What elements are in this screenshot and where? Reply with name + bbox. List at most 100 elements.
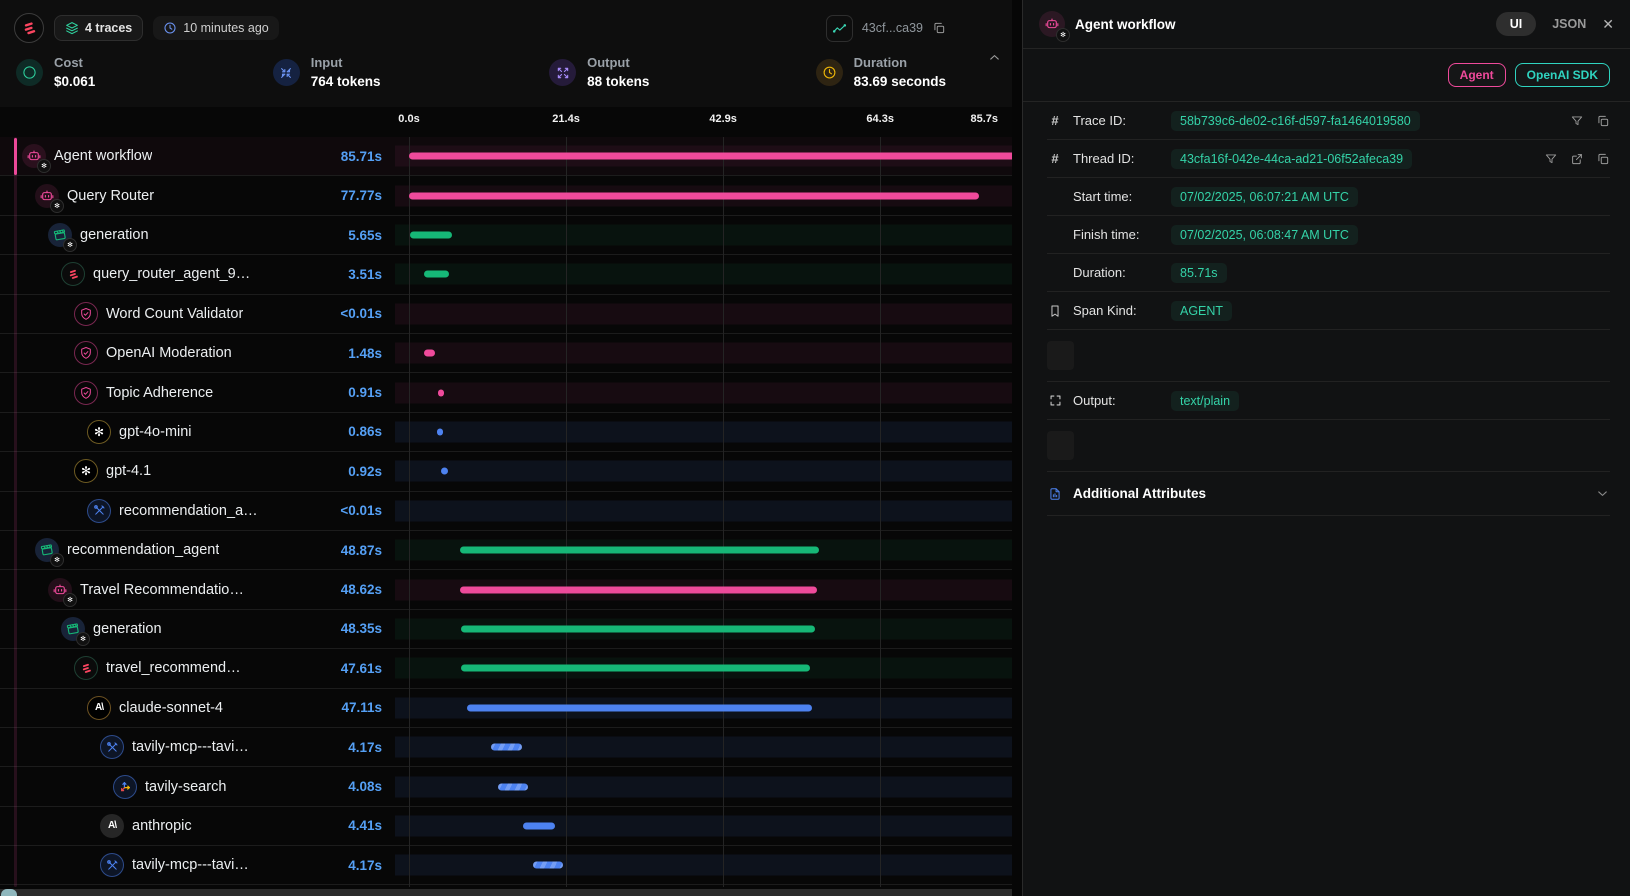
field-value[interactable]: 58b739c6-de02-c16f-d597-fa1464019580 [1171,111,1420,131]
timeline-axis: 0.0s21.4s42.9s64.3s85.7s [0,107,1012,137]
span-name: travel_recommend… [106,660,241,676]
span-bar[interactable] [409,153,1012,160]
shield-icon [74,381,98,405]
traces-count-chip[interactable]: 4 traces [54,15,143,41]
span-bar[interactable] [460,547,818,554]
filter-icon[interactable] [1570,114,1584,128]
span-row[interactable]: tavily-mcp---tavi…4.17s [0,846,1012,885]
span-row[interactable]: A\anthropic4.41s [0,807,1012,846]
span-row[interactable]: recommendation_a…<0.01s [0,492,1012,531]
span-row[interactable]: ✻gpt-4o-mini0.86s [0,413,1012,452]
layers-icon [65,21,79,35]
copy-icon[interactable] [1596,114,1610,128]
span-row[interactable]: ✻Query Router77.77s [0,176,1012,215]
field-value[interactable]: 43cfa16f-042e-44ca-ad21-06f52afeca39 [1171,149,1412,169]
trace-age-label: 10 minutes ago [183,21,268,35]
span-row[interactable]: Word Count Validator<0.01s [0,295,1012,334]
tools-icon [100,853,124,877]
stat-input: Input 764 tokens [273,54,549,91]
generation-icon: ✻ [35,538,59,562]
span-track [395,815,1012,836]
horizontal-scrollbar[interactable] [0,889,1012,896]
span-name: recommendation_agent [67,542,219,558]
shield-icon [74,341,98,365]
span-bar[interactable] [424,271,450,278]
span-bar[interactable] [441,468,448,475]
stat-value: 88 tokens [587,73,649,91]
view-toggle-ui[interactable]: UI [1496,12,1537,36]
span-track [395,225,1012,246]
span-row[interactable]: ✻recommendation_agent48.87s [0,531,1012,570]
span-duration: 4.17s [348,740,395,755]
span-bar[interactable] [424,350,435,357]
span-bar[interactable] [491,744,522,751]
span-name: tavily-mcp---tavi… [132,739,249,755]
span-duration: 3.51s [348,267,395,282]
stat-label: Input [311,54,381,73]
selection-scroll-track[interactable] [14,137,17,887]
field-value[interactable]: AGENT [1171,301,1232,321]
span-row[interactable]: query_router_agent_9… 3.51s [0,255,1012,294]
tavily-icon [113,775,137,799]
laminar-logo[interactable] [14,13,44,43]
field-value[interactable]: 07/02/2025, 06:07:21 AM UTC [1171,187,1358,207]
collapse-stats-button[interactable] [987,50,1002,65]
additional-attributes-toggle[interactable]: Additional Attributes [1047,472,1610,516]
span-row[interactable]: Topic Adherence0.91s [0,373,1012,412]
stat-cost: Cost $0.061 [16,54,273,91]
field-label: Thread ID: [1073,151,1161,166]
span-row[interactable]: ✻Travel Recommendatio…48.62s [0,570,1012,609]
span-bar[interactable] [461,665,810,672]
tag-openai-sdk[interactable]: OpenAI SDK [1515,63,1610,87]
field-value[interactable]: text/plain [1171,391,1239,411]
clock-icon [1047,227,1063,242]
field-label: Trace ID: [1073,113,1161,128]
span-row[interactable]: ✻generation5.65s [0,216,1012,255]
copy-icon[interactable] [1596,152,1610,166]
external-icon[interactable] [1570,152,1584,166]
close-icon[interactable]: ✕ [1602,16,1614,33]
span-track [395,776,1012,797]
span-row[interactable]: tavily-search4.08s [0,767,1012,806]
filter-icon[interactable] [1544,152,1558,166]
agent-icon: ✻ [35,184,59,208]
span-duration: 85.71s [341,149,395,164]
view-toggle-json[interactable]: JSON [1552,17,1586,31]
span-fields: #Trace ID:58b739c6-de02-c16f-d597-fa1464… [1023,102,1630,516]
trace-chart-button[interactable] [826,15,853,42]
span-name: anthropic [132,818,192,834]
span-name: query_router_agent_9… [93,266,250,282]
field-value[interactable]: 85.71s [1171,263,1227,283]
span-bar[interactable] [461,625,815,632]
span-bar[interactable] [410,232,451,239]
span-bar[interactable] [409,192,979,199]
span-bar[interactable] [460,586,816,593]
span-track [395,855,1012,876]
span-bar[interactable] [467,704,812,711]
selection-scroll-thumb [14,138,17,175]
stat-duration: Duration 83.69 seconds [816,54,996,91]
openai-badge-icon: ✻ [37,159,51,173]
span-row[interactable]: ✻generation48.35s [0,610,1012,649]
laminar-icon [74,656,98,680]
span-row[interactable]: tavily-mcp---tavi… 4.17s [0,728,1012,767]
tag-agent[interactable]: Agent [1448,63,1506,87]
span-bar[interactable] [498,783,528,790]
span-bar[interactable] [438,389,445,396]
openai-badge-icon: ✻ [50,199,64,213]
stats-row: Cost $0.061Input 764 tokensOutput 88 tok… [14,46,998,101]
span-bar[interactable] [533,862,564,869]
field-value[interactable]: 07/02/2025, 06:08:47 AM UTC [1171,225,1358,245]
span-row[interactable]: ✻gpt-4.10.92s [0,452,1012,491]
stat-value: $0.061 [54,73,95,91]
span-bar[interactable] [523,822,555,829]
skeleton-block [1047,341,1074,370]
span-row[interactable]: A\claude-sonnet-447.11s [0,689,1012,728]
horizontal-scrollbar-thumb[interactable] [1,889,17,896]
span-row[interactable]: ✻Agent workflow85.71s [0,137,1012,176]
span-row[interactable]: OpenAI Moderation1.48s [0,334,1012,373]
field-row-output: Output:text/plain [1047,382,1610,420]
field-label: Duration: [1073,265,1161,280]
span-row[interactable]: travel_recommend…47.61s [0,649,1012,688]
copy-icon[interactable] [932,21,946,35]
